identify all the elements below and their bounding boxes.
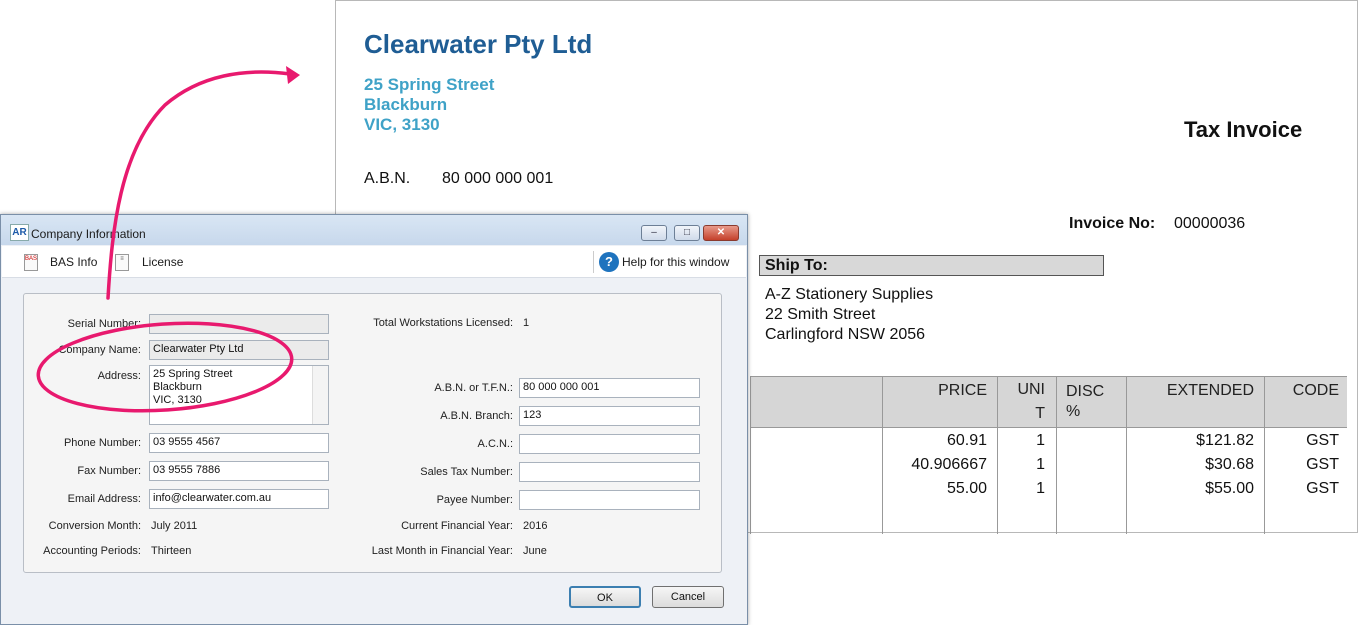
phone-number-field[interactable]: 03 9555 4567 (149, 433, 329, 453)
invoice-number-value: 00000036 (1174, 215, 1246, 232)
address-scrollbar[interactable] (312, 366, 328, 424)
row-1-extended: $121.82 (1196, 432, 1254, 449)
toolbar-divider (593, 251, 594, 273)
invoice-abn-label: A.B.N. (364, 170, 411, 187)
row-1-unit: 1 (1036, 432, 1045, 449)
row-2-price: 40.906667 (911, 456, 987, 473)
maximize-button[interactable]: □ (674, 225, 700, 241)
app-icon: AR (10, 224, 29, 241)
company-name-label: Company Name: (58, 344, 141, 356)
row-3-code: GST (1306, 480, 1339, 497)
ship-to-header: Ship To: (759, 255, 1104, 276)
close-window-button[interactable]: ✕ (703, 225, 739, 241)
fax-number-label: Fax Number: (77, 465, 141, 477)
minimize-button[interactable]: – (641, 225, 667, 241)
ship-to-line-3: Carlingford NSW 2056 (765, 326, 926, 343)
help-button[interactable]: Help for this window (622, 255, 729, 269)
invoice-address-line-3: VIC, 3130 (364, 115, 440, 134)
header-extended: EXTENDED (1166, 382, 1254, 399)
row-1-code: GST (1306, 432, 1339, 449)
window-title: Company Information (31, 227, 146, 241)
acn-label: A.C.N.: (477, 438, 513, 450)
bas-info-button[interactable]: BAS Info (50, 255, 97, 269)
annotation-arrow-head (286, 66, 300, 84)
row-2-extended: $30.68 (1205, 456, 1254, 473)
header-price: PRICE (938, 382, 987, 399)
column-divider (1264, 376, 1265, 534)
abn-tfn-field[interactable]: 80 000 000 001 (519, 378, 700, 398)
license-button[interactable]: License (142, 255, 183, 269)
accounting-periods-value: Thirteen (151, 545, 192, 557)
invoice-address-line-1: 25 Spring Street (364, 75, 495, 94)
help-icon[interactable]: ? (599, 252, 619, 272)
invoice-number-label: Invoice No: (1069, 215, 1156, 232)
abn-branch-label: A.B.N. Branch: (440, 410, 513, 422)
invoice-company-name: Clearwater Pty Ltd (364, 29, 593, 59)
address-line-3: VIC, 3130 (153, 394, 202, 406)
bas-info-icon[interactable]: BAS (24, 254, 38, 271)
fax-number-field[interactable]: 03 9555 7886 (149, 461, 329, 481)
column-divider (1056, 376, 1057, 534)
column-divider (997, 376, 998, 534)
row-2-unit: 1 (1036, 456, 1045, 473)
last-month-financial-year-label: Last Month in Financial Year: (371, 545, 513, 557)
invoice-table-header (751, 376, 1347, 428)
company-information-dialog: AR Company Information – □ ✕ BAS BAS Inf… (0, 214, 748, 625)
row-3-price: 55.00 (946, 480, 987, 497)
row-1-price: 60.91 (946, 432, 987, 449)
current-financial-year-value: 2016 (523, 520, 548, 532)
ok-button[interactable]: OK (569, 586, 641, 608)
conversion-month-value: July 2011 (151, 520, 198, 532)
header-discount: DISC % (1066, 383, 1105, 420)
address-label: Address: (97, 370, 141, 382)
email-address-label: Email Address: (67, 493, 141, 505)
license-icon[interactable]: ≡ (115, 254, 129, 271)
payee-number-field[interactable] (519, 490, 700, 510)
abn-tfn-label: A.B.N. or T.F.N.: (434, 382, 513, 394)
title-bar[interactable]: AR Company Information – □ ✕ (1, 215, 747, 245)
cancel-button[interactable]: Cancel (652, 586, 724, 608)
header-unit: UNI T (1017, 381, 1045, 422)
current-financial-year-label: Current Financial Year: (401, 520, 513, 532)
address-field[interactable]: 25 Spring Street Blackburn VIC, 3130 (149, 365, 329, 425)
serial-number-label: Serial Number: (67, 318, 141, 330)
invoice-line-table: PRICE UNI T DISC % EXTENDED CODE 60.91 1… (750, 376, 1347, 534)
column-divider (882, 376, 883, 534)
address-line-2: Blackburn (153, 381, 202, 393)
dialog-toolbar: BAS BAS Info ≡ License ? Help for this w… (2, 246, 746, 278)
conversion-month-label: Conversion Month: (48, 520, 141, 532)
serial-number-field[interactable] (149, 314, 329, 334)
email-address-field[interactable]: info@clearwater.com.au (149, 489, 329, 509)
header-code: CODE (1292, 382, 1339, 399)
row-2-code: GST (1306, 456, 1339, 473)
row-3-unit: 1 (1036, 480, 1045, 497)
sales-tax-number-field[interactable] (519, 462, 700, 482)
invoice-title: Tax Invoice (1184, 117, 1303, 142)
address-line-1: 25 Spring Street (153, 368, 233, 380)
company-name-field[interactable]: Clearwater Pty Ltd (149, 340, 329, 360)
row-3-extended: $55.00 (1205, 480, 1254, 497)
ship-to-line-1: A-Z Stationery Supplies (765, 286, 934, 303)
column-divider (1126, 376, 1127, 534)
invoice-address-line-2: Blackburn (364, 95, 448, 114)
invoice-abn-value: 80 000 000 001 (442, 170, 554, 187)
accounting-periods-label: Accounting Periods: (43, 545, 141, 557)
total-workstations-label: Total Workstations Licensed: (373, 317, 513, 329)
sales-tax-number-label: Sales Tax Number: (420, 466, 513, 478)
phone-number-label: Phone Number: (63, 437, 141, 449)
abn-branch-field[interactable]: 123 (519, 406, 700, 426)
payee-number-label: Payee Number: (436, 494, 513, 506)
ship-to-line-2: 22 Smith Street (765, 306, 876, 323)
acn-field[interactable] (519, 434, 700, 454)
last-month-financial-year-value: June (523, 545, 547, 557)
total-workstations-value: 1 (523, 317, 530, 329)
